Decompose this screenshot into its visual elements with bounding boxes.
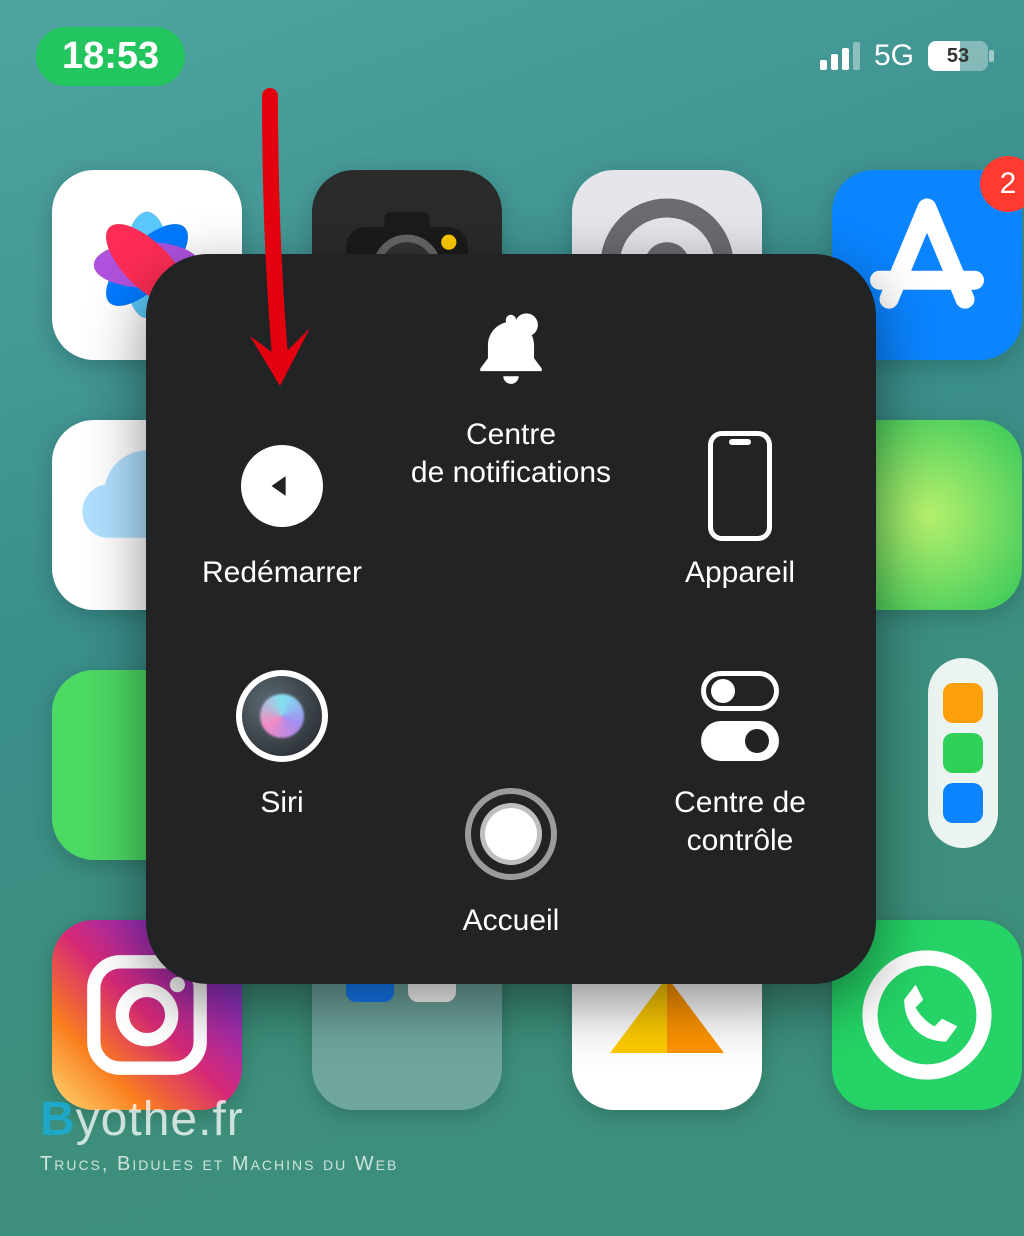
- status-bar: 18:53 5G 53: [0, 28, 1024, 84]
- menu-home[interactable]: Accueil: [401, 784, 621, 940]
- assistivetouch-panel: Centre de notifications Redémarrer Appar…: [146, 254, 876, 984]
- notifications-label: Centre de notifications: [411, 416, 611, 491]
- watermark-rest: yothe.fr: [76, 1093, 244, 1146]
- home-icon: [461, 784, 561, 884]
- home-label: Accueil: [463, 902, 560, 940]
- status-time[interactable]: 18:53: [36, 27, 185, 86]
- menu-siri[interactable]: Siri: [172, 666, 392, 822]
- siri-label: Siri: [260, 784, 303, 822]
- signal-icon: [820, 42, 860, 70]
- watermark: Byothe.fr Trucs, Bidules et Machins du W…: [40, 1092, 398, 1176]
- status-right: 5G 53: [820, 39, 988, 73]
- stack-icon-1: [943, 683, 983, 723]
- siri-icon: [232, 666, 332, 766]
- menu-restart[interactable]: Redémarrer: [172, 436, 392, 592]
- battery-icon: 53: [928, 41, 988, 71]
- stack-icon-3: [943, 783, 983, 823]
- battery-percent: 53: [928, 45, 988, 68]
- menu-control-center[interactable]: Centre de contrôle: [630, 666, 850, 859]
- stack-icon-2: [943, 733, 983, 773]
- watermark-tagline: Trucs, Bidules et Machins du Web: [40, 1153, 398, 1176]
- restart-label: Redémarrer: [202, 554, 362, 592]
- menu-notifications[interactable]: Centre de notifications: [401, 298, 621, 491]
- control-center-label: Centre de contrôle: [674, 784, 806, 859]
- menu-device[interactable]: Appareil: [630, 436, 850, 592]
- network-label: 5G: [874, 39, 914, 73]
- side-app-stack[interactable]: [928, 658, 998, 848]
- bell-icon: [461, 298, 561, 398]
- device-icon: [690, 436, 790, 536]
- toggles-icon: [690, 666, 790, 766]
- watermark-logo: Byothe.fr: [40, 1092, 398, 1147]
- restart-icon: [232, 436, 332, 536]
- device-label: Appareil: [685, 554, 795, 592]
- watermark-prefix: B: [40, 1093, 76, 1146]
